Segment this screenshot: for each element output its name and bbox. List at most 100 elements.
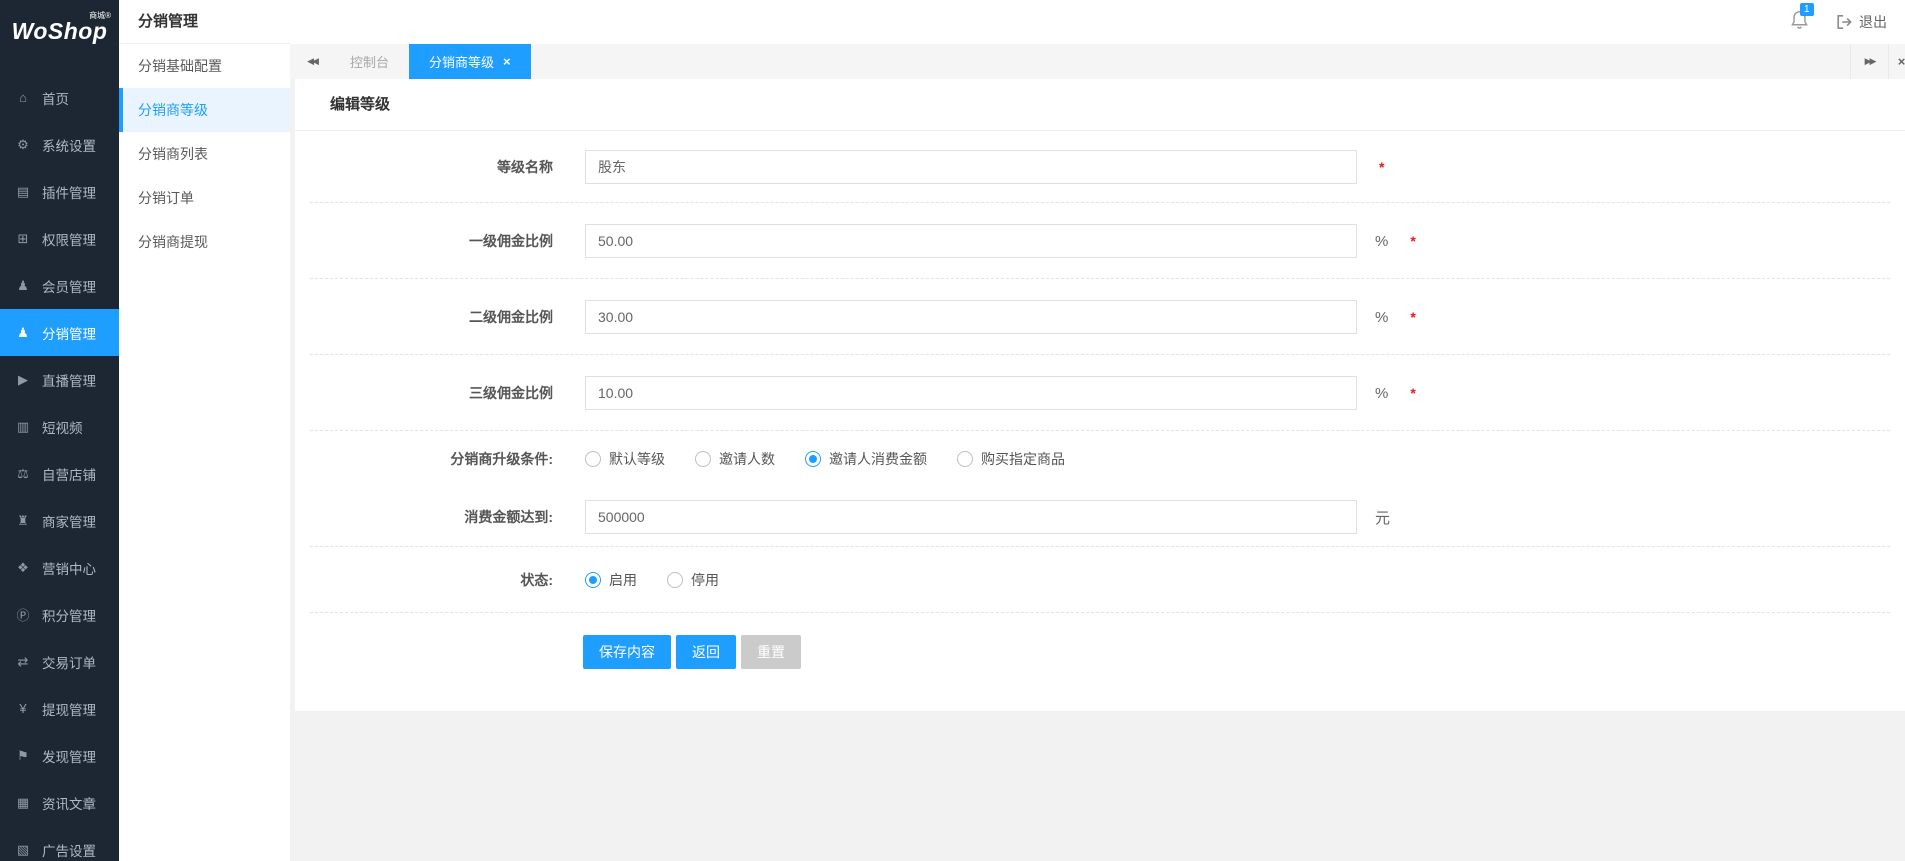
edit-level-panel: 编辑等级 等级名称 * 一级佣金比例 % * 二级佣金比例 % * 三级佣金比例… — [295, 79, 1905, 711]
sidebar-item-label: 广告设置 — [42, 840, 96, 860]
submenu-item-base-config[interactable]: 分销基础配置 — [119, 44, 290, 88]
commission1-input[interactable] — [585, 224, 1357, 258]
points-icon: Ⓟ — [13, 605, 33, 624]
sidebar-item-live[interactable]: ▶直播管理 — [0, 356, 119, 403]
commission2-label: 二级佣金比例 — [295, 307, 553, 327]
brand-superscript: 商城® — [89, 10, 111, 21]
main-sidebar: WoShop 商城® ⌂ 首页 ⚙ 系统设置 ▤ 插件管理 ⊞权限管理 ♟ 会员管理 ♟… — [0, 0, 119, 861]
radio-circle-icon — [585, 451, 601, 467]
chevrons-left-icon: ◀◀ — [307, 56, 317, 67]
notification-badge: 1 — [1800, 3, 1814, 16]
gear-icon: ⚙ — [13, 137, 33, 153]
notification-bell-button[interactable]: 1 — [1790, 10, 1809, 35]
sidebar-item-self-shop[interactable]: ⚖自营店铺 — [0, 450, 119, 497]
brand-name: WoShop — [12, 18, 108, 44]
logout-icon — [1835, 14, 1853, 30]
sidebar-item-label: 首页 — [42, 88, 69, 108]
radio-default-level[interactable]: 默认等级 — [585, 449, 665, 469]
required-asterisk: * — [1410, 309, 1415, 325]
radio-invite-count[interactable]: 邀请人数 — [695, 449, 775, 469]
percent-unit: % — [1375, 385, 1388, 402]
plugin-icon: ▤ — [13, 184, 33, 200]
submenu-item-distributor-level[interactable]: 分销商等级 — [119, 88, 290, 132]
sidebar-item-trade-orders[interactable]: ⇄ 交易订单 — [0, 638, 119, 685]
sidebar-item-distribution[interactable]: ♟ 分销管理 — [0, 309, 119, 356]
home-icon: ⌂ — [13, 90, 33, 105]
level-name-label: 等级名称 — [295, 157, 553, 177]
sidebar-item-label: 会员管理 — [42, 276, 96, 296]
chevrons-right-icon: ▶▶ — [1865, 56, 1875, 67]
close-icon: × — [1898, 54, 1905, 69]
tab-console[interactable]: 控制台 — [330, 44, 409, 79]
percent-unit: % — [1375, 233, 1388, 250]
members-icon: ♟ — [13, 278, 33, 294]
short-video-icon: ▥ — [13, 419, 33, 435]
commission2-input[interactable] — [585, 300, 1357, 334]
sidebar-item-short-video[interactable]: ▥短视频 — [0, 403, 119, 450]
tabs-close-all-button[interactable]: × — [1888, 44, 1905, 79]
discover-icon: ⚑ — [13, 748, 33, 764]
submenu-item-distributor-list[interactable]: 分销商列表 — [119, 132, 290, 176]
radio-circle-checked-icon — [585, 572, 601, 588]
sidebar-item-plugins[interactable]: ▤ 插件管理 — [0, 168, 119, 215]
form-row-commission-level2: 二级佣金比例 % * — [295, 279, 1905, 355]
radio-status-disabled[interactable]: 停用 — [667, 570, 719, 590]
tab-distributor-level[interactable]: 分销商等级 × — [409, 44, 531, 79]
sidebar-item-label: 插件管理 — [42, 182, 96, 202]
radio-circle-icon — [695, 451, 711, 467]
sidebar-item-discover[interactable]: ⚑ 发现管理 — [0, 732, 119, 779]
form-row-upgrade-condition: 分销商升级条件: 默认等级 邀请人数 邀请人消费金额 购买指定商品 — [295, 431, 1905, 487]
tabs-scroll-left-button[interactable]: ◀◀ — [294, 44, 330, 79]
logout-button[interactable]: 退出 — [1835, 12, 1887, 32]
sidebar-item-label: 系统设置 — [42, 135, 96, 155]
sidebar-item-points[interactable]: Ⓟ积分管理 — [0, 591, 119, 638]
submenu-title: 分销管理 — [119, 0, 290, 44]
trade-icon: ⇄ — [13, 654, 33, 670]
back-button[interactable]: 返回 — [676, 635, 736, 669]
spend-amount-label: 消费金额达到: — [295, 507, 553, 527]
reset-button[interactable]: 重置 — [741, 635, 801, 669]
sidebar-item-marketing[interactable]: ❖营销中心 — [0, 544, 119, 591]
sidebar-item-articles[interactable]: ▦资讯文章 — [0, 779, 119, 826]
top-header: 1 退出 — [290, 0, 1905, 44]
required-asterisk: * — [1379, 159, 1384, 175]
save-button[interactable]: 保存内容 — [583, 635, 671, 669]
commission3-input[interactable] — [585, 376, 1357, 410]
tab-label: 分销商等级 — [429, 52, 494, 71]
sidebar-item-label: 商家管理 — [42, 511, 96, 531]
submenu-item-distributor-withdraw[interactable]: 分销商提现 — [119, 220, 290, 264]
sidebar-item-ads[interactable]: ▧广告设置 — [0, 826, 119, 861]
level-name-input[interactable] — [585, 150, 1357, 184]
radio-buy-specified-goods[interactable]: 购买指定商品 — [957, 449, 1065, 469]
sidebar-item-label: 发现管理 — [42, 746, 96, 766]
sidebar-item-home[interactable]: ⌂ 首页 — [0, 74, 119, 121]
radio-circle-checked-icon — [805, 451, 821, 467]
logout-label: 退出 — [1859, 12, 1887, 32]
status-label: 状态: — [295, 570, 553, 590]
upgrade-condition-label: 分销商升级条件: — [295, 449, 553, 469]
yuan-unit: 元 — [1375, 507, 1390, 528]
distribution-icon: ♟ — [13, 325, 33, 341]
logo[interactable]: WoShop 商城® — [0, 0, 119, 74]
live-icon: ▶ — [13, 372, 33, 388]
radio-invitee-spend-amount[interactable]: 邀请人消费金额 — [805, 449, 927, 469]
sidebar-item-merchant[interactable]: ♜商家管理 — [0, 497, 119, 544]
sidebar-item-label: 资讯文章 — [42, 793, 96, 813]
sidebar-item-permissions[interactable]: ⊞权限管理 — [0, 215, 119, 262]
submenu-item-distribution-orders[interactable]: 分销订单 — [119, 176, 290, 220]
sidebar-item-system-settings[interactable]: ⚙ 系统设置 — [0, 121, 119, 168]
tabs-scroll-right-button[interactable]: ▶▶ — [1850, 44, 1888, 79]
form-row-level-name: 等级名称 * — [295, 131, 1905, 203]
spend-amount-input[interactable] — [585, 500, 1357, 534]
form-actions: 保存内容 返回 重置 — [295, 613, 1905, 669]
sidebar-item-members[interactable]: ♟ 会员管理 — [0, 262, 119, 309]
sidebar-item-label: 交易订单 — [42, 652, 96, 672]
commission3-label: 三级佣金比例 — [295, 383, 553, 403]
sidebar-item-label: 分销管理 — [42, 323, 96, 343]
secondary-sidebar: 分销管理 分销基础配置 分销商等级 分销商列表 分销订单 分销商提现 — [119, 0, 290, 861]
percent-unit: % — [1375, 309, 1388, 326]
tab-close-icon[interactable]: × — [503, 55, 511, 68]
sidebar-item-label: 自营店铺 — [42, 464, 96, 484]
radio-status-enabled[interactable]: 启用 — [585, 570, 637, 590]
sidebar-item-withdraw[interactable]: ¥提现管理 — [0, 685, 119, 732]
